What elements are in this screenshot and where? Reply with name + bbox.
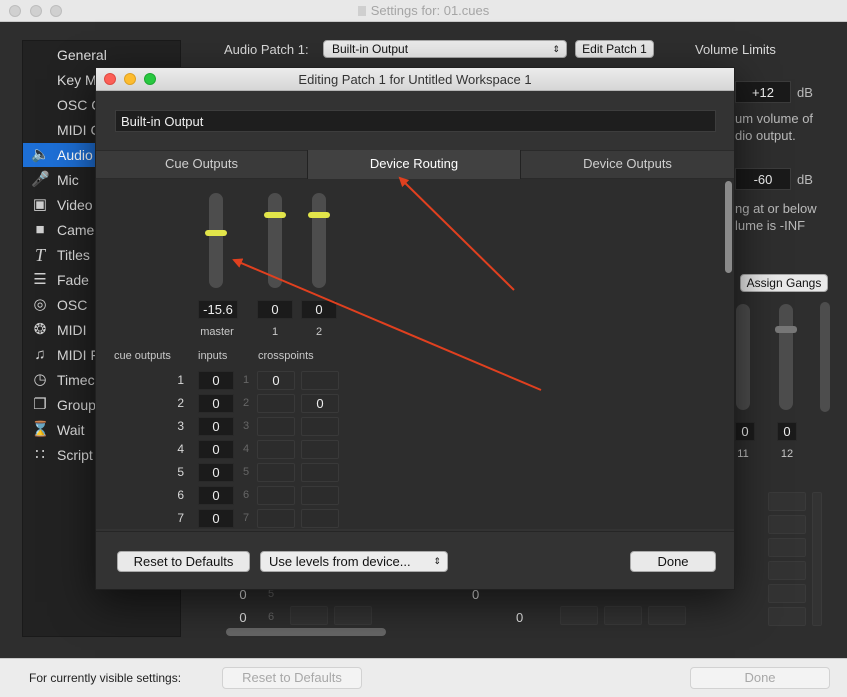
footer-bar: For currently visible settings: Reset to… <box>0 658 847 697</box>
footer-reset-button[interactable]: Reset to Defaults <box>222 667 362 689</box>
arrow-to-device-routing-tab <box>398 176 515 291</box>
annotation-arrows <box>232 176 542 391</box>
footer-done-button[interactable]: Done <box>690 667 830 689</box>
arrow-to-master-fader <box>232 258 542 391</box>
footer-label: For currently visible settings: <box>29 671 182 685</box>
